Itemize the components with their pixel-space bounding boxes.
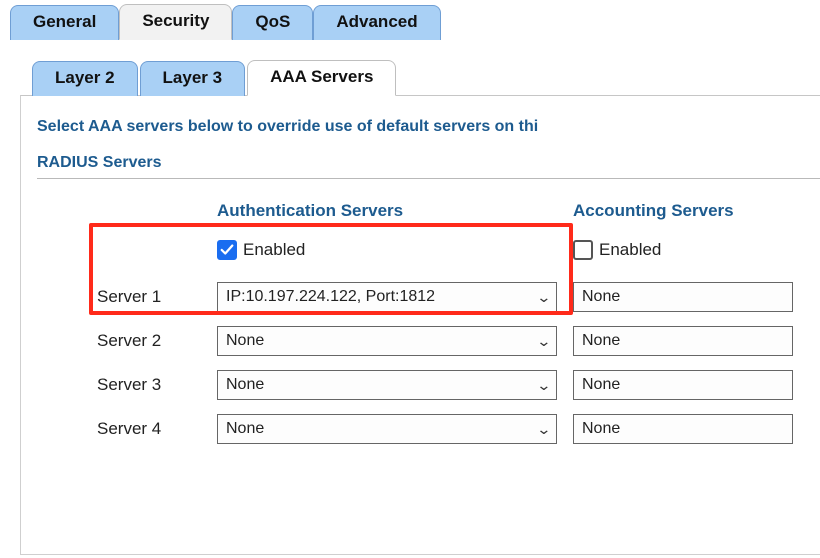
tab-general[interactable]: General: [10, 5, 119, 40]
server-1-label: Server 1: [97, 287, 161, 307]
auth-server-1-select[interactable]: IP:10.197.224.122, Port:1812 ⌄: [217, 282, 557, 312]
auth-server-3-select[interactable]: None ⌄: [217, 370, 557, 400]
auth-server-4-value: None: [226, 420, 264, 438]
subtab-layer2[interactable]: Layer 2: [32, 61, 138, 96]
chevron-down-icon: ⌄: [537, 333, 552, 350]
acct-server-3-value: None: [582, 376, 620, 394]
subtab-layer3[interactable]: Layer 3: [140, 61, 246, 96]
instruction-text: Select AAA servers below to override use…: [37, 118, 820, 136]
tab-advanced[interactable]: Advanced: [313, 5, 440, 40]
acct-server-2-value: None: [582, 332, 620, 350]
aaa-panel: Select AAA servers below to override use…: [20, 95, 820, 555]
server-label-column: Server 1 Server 2 Server 3 Server 4: [97, 201, 217, 451]
divider: [37, 178, 820, 179]
chevron-down-icon: ⌄: [537, 421, 552, 438]
sub-tab-bar: Layer 2 Layer 3 AAA Servers: [20, 60, 820, 96]
label-col-spacer: [97, 201, 217, 221]
auth-column: Authentication Servers Enabled IP:10.197…: [217, 201, 567, 451]
server-3-label: Server 3: [97, 375, 161, 395]
acct-server-1-value: None: [582, 288, 620, 306]
check-icon: [220, 243, 234, 257]
acct-server-2-select[interactable]: None: [573, 326, 793, 356]
auth-column-header: Authentication Servers: [217, 201, 567, 221]
acct-enabled-checkbox[interactable]: [573, 240, 593, 260]
auth-server-1-value: IP:10.197.224.122, Port:1812: [226, 288, 435, 306]
radius-servers-heading: RADIUS Servers: [37, 154, 820, 172]
chevron-down-icon: ⌄: [537, 377, 552, 394]
acct-column-header: Accounting Servers: [573, 201, 820, 221]
acct-enabled-label: Enabled: [599, 240, 661, 260]
label-enabled-spacer: [97, 231, 217, 269]
auth-server-4-select[interactable]: None ⌄: [217, 414, 557, 444]
auth-server-2-select[interactable]: None ⌄: [217, 326, 557, 356]
auth-server-2-value: None: [226, 332, 264, 350]
tab-qos[interactable]: QoS: [232, 5, 313, 40]
top-tab-bar: General Security QoS Advanced: [0, 0, 820, 40]
auth-enabled-label: Enabled: [243, 240, 305, 260]
subtab-aaa-servers[interactable]: AAA Servers: [247, 60, 396, 96]
auth-server-3-value: None: [226, 376, 264, 394]
acct-server-1-select[interactable]: None: [573, 282, 793, 312]
server-4-label: Server 4: [97, 419, 161, 439]
acct-server-4-select[interactable]: None: [573, 414, 793, 444]
acct-server-4-value: None: [582, 420, 620, 438]
acct-server-3-select[interactable]: None: [573, 370, 793, 400]
acct-column: Accounting Servers Enabled None None: [573, 201, 820, 451]
auth-enabled-checkbox[interactable]: [217, 240, 237, 260]
server-2-label: Server 2: [97, 331, 161, 351]
tab-security[interactable]: Security: [119, 4, 232, 40]
server-columns: Server 1 Server 2 Server 3 Server 4 Auth…: [37, 201, 820, 451]
chevron-down-icon: ⌄: [537, 289, 552, 306]
